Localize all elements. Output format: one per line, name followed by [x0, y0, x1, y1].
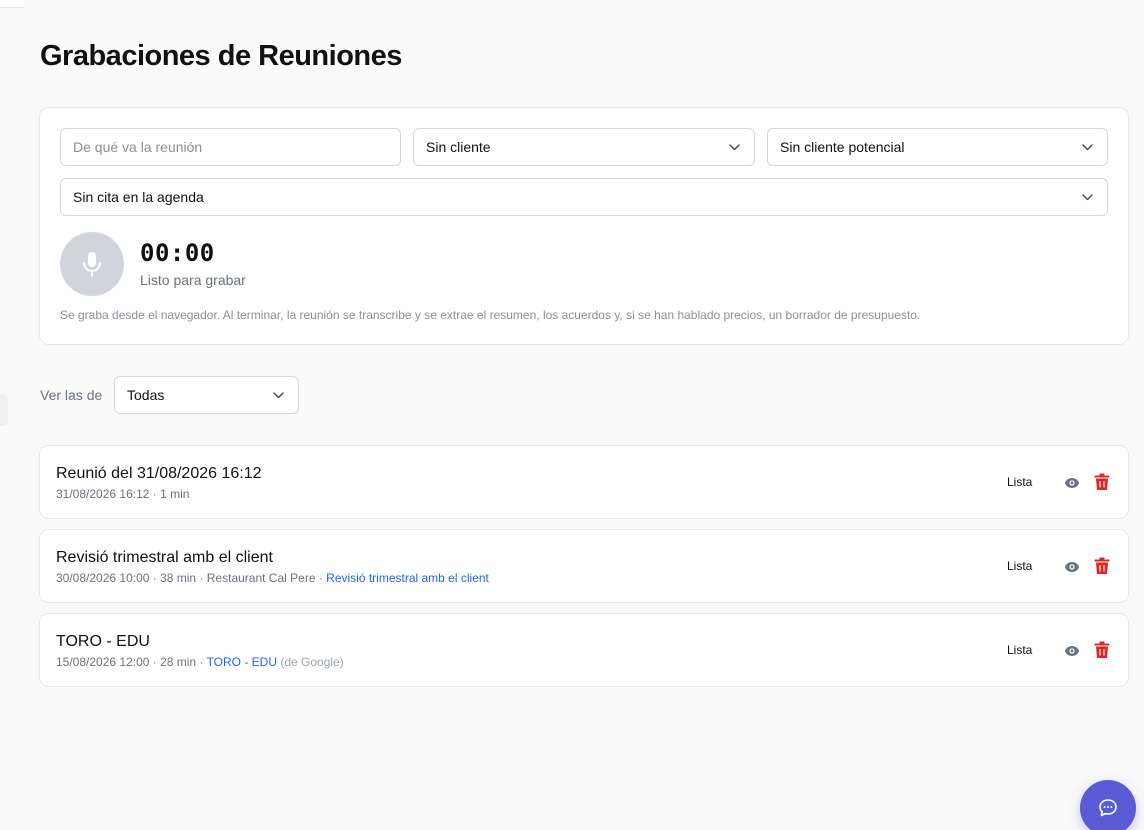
- topic-field[interactable]: [60, 128, 401, 166]
- appointment-select[interactable]: Sin cita en la agenda: [60, 178, 1108, 216]
- delete-button[interactable]: [1093, 472, 1111, 492]
- meeting-meta-text: 15/08/2026 12:00 · 28 min ·: [56, 655, 207, 669]
- meeting-card[interactable]: TORO - EDU 15/08/2026 12:00 · 28 min · T…: [39, 613, 1129, 687]
- recording-timer: 00:00: [140, 239, 215, 267]
- meeting-status: Lista: [1007, 475, 1033, 489]
- eye-icon: [1064, 478, 1080, 488]
- sidebar-toggle-stub[interactable]: [0, 394, 8, 426]
- recording-help-text: Se graba desde el navegador. Al terminar…: [60, 308, 921, 322]
- chevron-down-icon: [1082, 194, 1093, 201]
- meeting-meta: 15/08/2026 12:00 · 28 min · TORO - EDU (…: [56, 655, 344, 669]
- meeting-meta: 31/08/2026 16:12 · 1 min: [56, 487, 189, 501]
- chevron-down-icon: [1082, 144, 1093, 151]
- microphone-icon: [83, 252, 101, 277]
- trash-icon: [1094, 557, 1110, 574]
- delete-button[interactable]: [1093, 556, 1111, 576]
- meeting-status: Lista: [1007, 643, 1033, 657]
- trash-icon: [1094, 641, 1110, 658]
- meeting-title: TORO - EDU: [56, 633, 150, 650]
- owner-filter-value: Todas: [127, 387, 165, 403]
- topic-input[interactable]: [73, 139, 388, 155]
- meeting-card[interactable]: Reunió del 31/08/2026 16:12 31/08/2026 1…: [39, 445, 1129, 519]
- meeting-meta-text: 30/08/2026 10:00 · 38 min · Restaurant C…: [56, 571, 327, 585]
- client-select[interactable]: Sin cliente: [413, 128, 755, 166]
- eye-icon: [1064, 646, 1080, 656]
- meeting-meta: 30/08/2026 10:00 · 38 min · Restaurant C…: [56, 571, 489, 585]
- page-title: Grabaciones de Reuniones: [40, 40, 402, 72]
- view-button[interactable]: [1063, 558, 1081, 576]
- chevron-down-icon: [729, 144, 740, 151]
- delete-button[interactable]: [1093, 640, 1111, 660]
- meeting-card[interactable]: Revisió trimestral amb el client 30/08/2…: [39, 529, 1129, 603]
- chevron-down-icon: [273, 392, 284, 399]
- chat-icon: [1099, 799, 1117, 817]
- appointment-link[interactable]: Revisió trimestral amb el client: [326, 571, 489, 585]
- app-page: Grabaciones de Reuniones Sin cliente Sin…: [0, 0, 1144, 830]
- meeting-status: Lista: [1007, 559, 1033, 573]
- meeting-title: Reunió del 31/08/2026 16:12: [56, 465, 262, 482]
- client-select-value: Sin cliente: [426, 139, 491, 155]
- appointment-source: (de Google): [277, 655, 344, 669]
- view-button[interactable]: [1063, 642, 1081, 660]
- lead-select-value: Sin cliente potencial: [780, 139, 905, 155]
- view-button[interactable]: [1063, 474, 1081, 492]
- trash-icon: [1094, 473, 1110, 490]
- record-button[interactable]: [60, 232, 124, 296]
- meeting-meta-text: 31/08/2026 16:12 · 1 min: [56, 487, 190, 501]
- eye-icon: [1064, 562, 1080, 572]
- appointment-link[interactable]: TORO - EDU: [207, 655, 277, 669]
- owner-filter-select[interactable]: Todas: [114, 376, 299, 414]
- top-nav-stub: [0, 0, 24, 8]
- meeting-title: Revisió trimestral amb el client: [56, 549, 273, 566]
- recorder-card: Sin cliente Sin cliente potencial Sin ci…: [39, 107, 1129, 345]
- recording-status: Listo para grabar: [140, 272, 246, 288]
- chat-button[interactable]: [1080, 780, 1136, 830]
- filter-label: Ver las de: [40, 387, 103, 403]
- lead-select[interactable]: Sin cliente potencial: [767, 128, 1108, 166]
- appointment-select-value: Sin cita en la agenda: [73, 189, 204, 205]
